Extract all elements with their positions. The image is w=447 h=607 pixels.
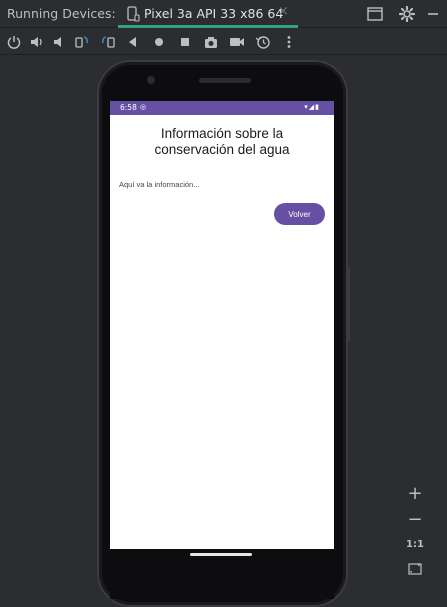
device-toolbar [0, 29, 447, 55]
overview-button[interactable] [176, 33, 194, 51]
volume-up-button[interactable] [28, 33, 46, 51]
power-button[interactable] [5, 33, 23, 51]
zoom-out-button[interactable]: − [401, 507, 429, 531]
history-icon [255, 36, 270, 49]
front-camera [147, 76, 155, 84]
phone-side-button [348, 267, 350, 342]
status-signal-icons: ▾◢▮ [304, 103, 320, 111]
volume-up-icon [31, 37, 42, 47]
snapshot-button[interactable] [254, 33, 272, 51]
minimize-icon[interactable] [424, 5, 442, 23]
fit-screen-icon [408, 563, 422, 575]
gesture-handle[interactable] [190, 553, 252, 556]
zoom-controls: + − 1:1 [401, 481, 429, 583]
window-layout-icon[interactable] [366, 5, 384, 23]
earpiece-speaker [199, 78, 251, 83]
panel-title: Running Devices: [7, 6, 116, 21]
close-tab-icon[interactable]: × [278, 4, 289, 19]
status-bar: 6:58 ◎ ▾◢▮ [110, 101, 334, 115]
zoom-fit-button[interactable] [401, 557, 429, 581]
video-camera-icon [230, 38, 244, 46]
back-button[interactable] [124, 33, 142, 51]
status-time: 6:58 [120, 103, 137, 112]
home-icon [155, 38, 163, 46]
power-icon [7, 36, 21, 49]
zoom-actual-size-button[interactable]: 1:1 [401, 532, 429, 556]
rotate-right-icon [102, 36, 115, 48]
device-screen[interactable]: 6:58 ◎ ▾◢▮ Información sobre la conserva… [110, 101, 334, 549]
overview-icon [181, 38, 189, 46]
info-text: Aquí va la información... [119, 180, 200, 189]
back-icon [129, 37, 136, 47]
rotate-right-button[interactable] [99, 33, 117, 51]
settings-gear-icon[interactable] [398, 5, 416, 23]
tab-label: Pixel 3a API 33 x86 64 [144, 6, 284, 21]
camera-icon [205, 37, 217, 48]
gesture-nav-bar [110, 549, 334, 599]
screen-record-button[interactable] [228, 33, 246, 51]
zoom-in-button[interactable]: + [401, 481, 429, 505]
more-options-button[interactable] [280, 33, 298, 51]
tab-device[interactable]: Pixel 3a API 33 x86 64 × [118, 0, 298, 28]
screenshot-button[interactable] [202, 33, 220, 51]
tab-bar: Running Devices: Pixel 3a API 33 x86 64 … [0, 0, 447, 28]
volume-down-button[interactable] [50, 33, 68, 51]
rotate-left-icon [75, 36, 88, 48]
rotate-left-button[interactable] [73, 33, 91, 51]
more-vertical-icon [287, 36, 291, 48]
volver-button[interactable]: Volver [274, 203, 325, 225]
home-button[interactable] [150, 33, 168, 51]
tab-active-indicator [118, 25, 298, 28]
page-title: Información sobre la conservación del ag… [154, 126, 290, 157]
device-icon [127, 6, 140, 22]
status-notification-icon: ◎ [140, 103, 147, 111]
volume-down-icon [54, 37, 61, 47]
